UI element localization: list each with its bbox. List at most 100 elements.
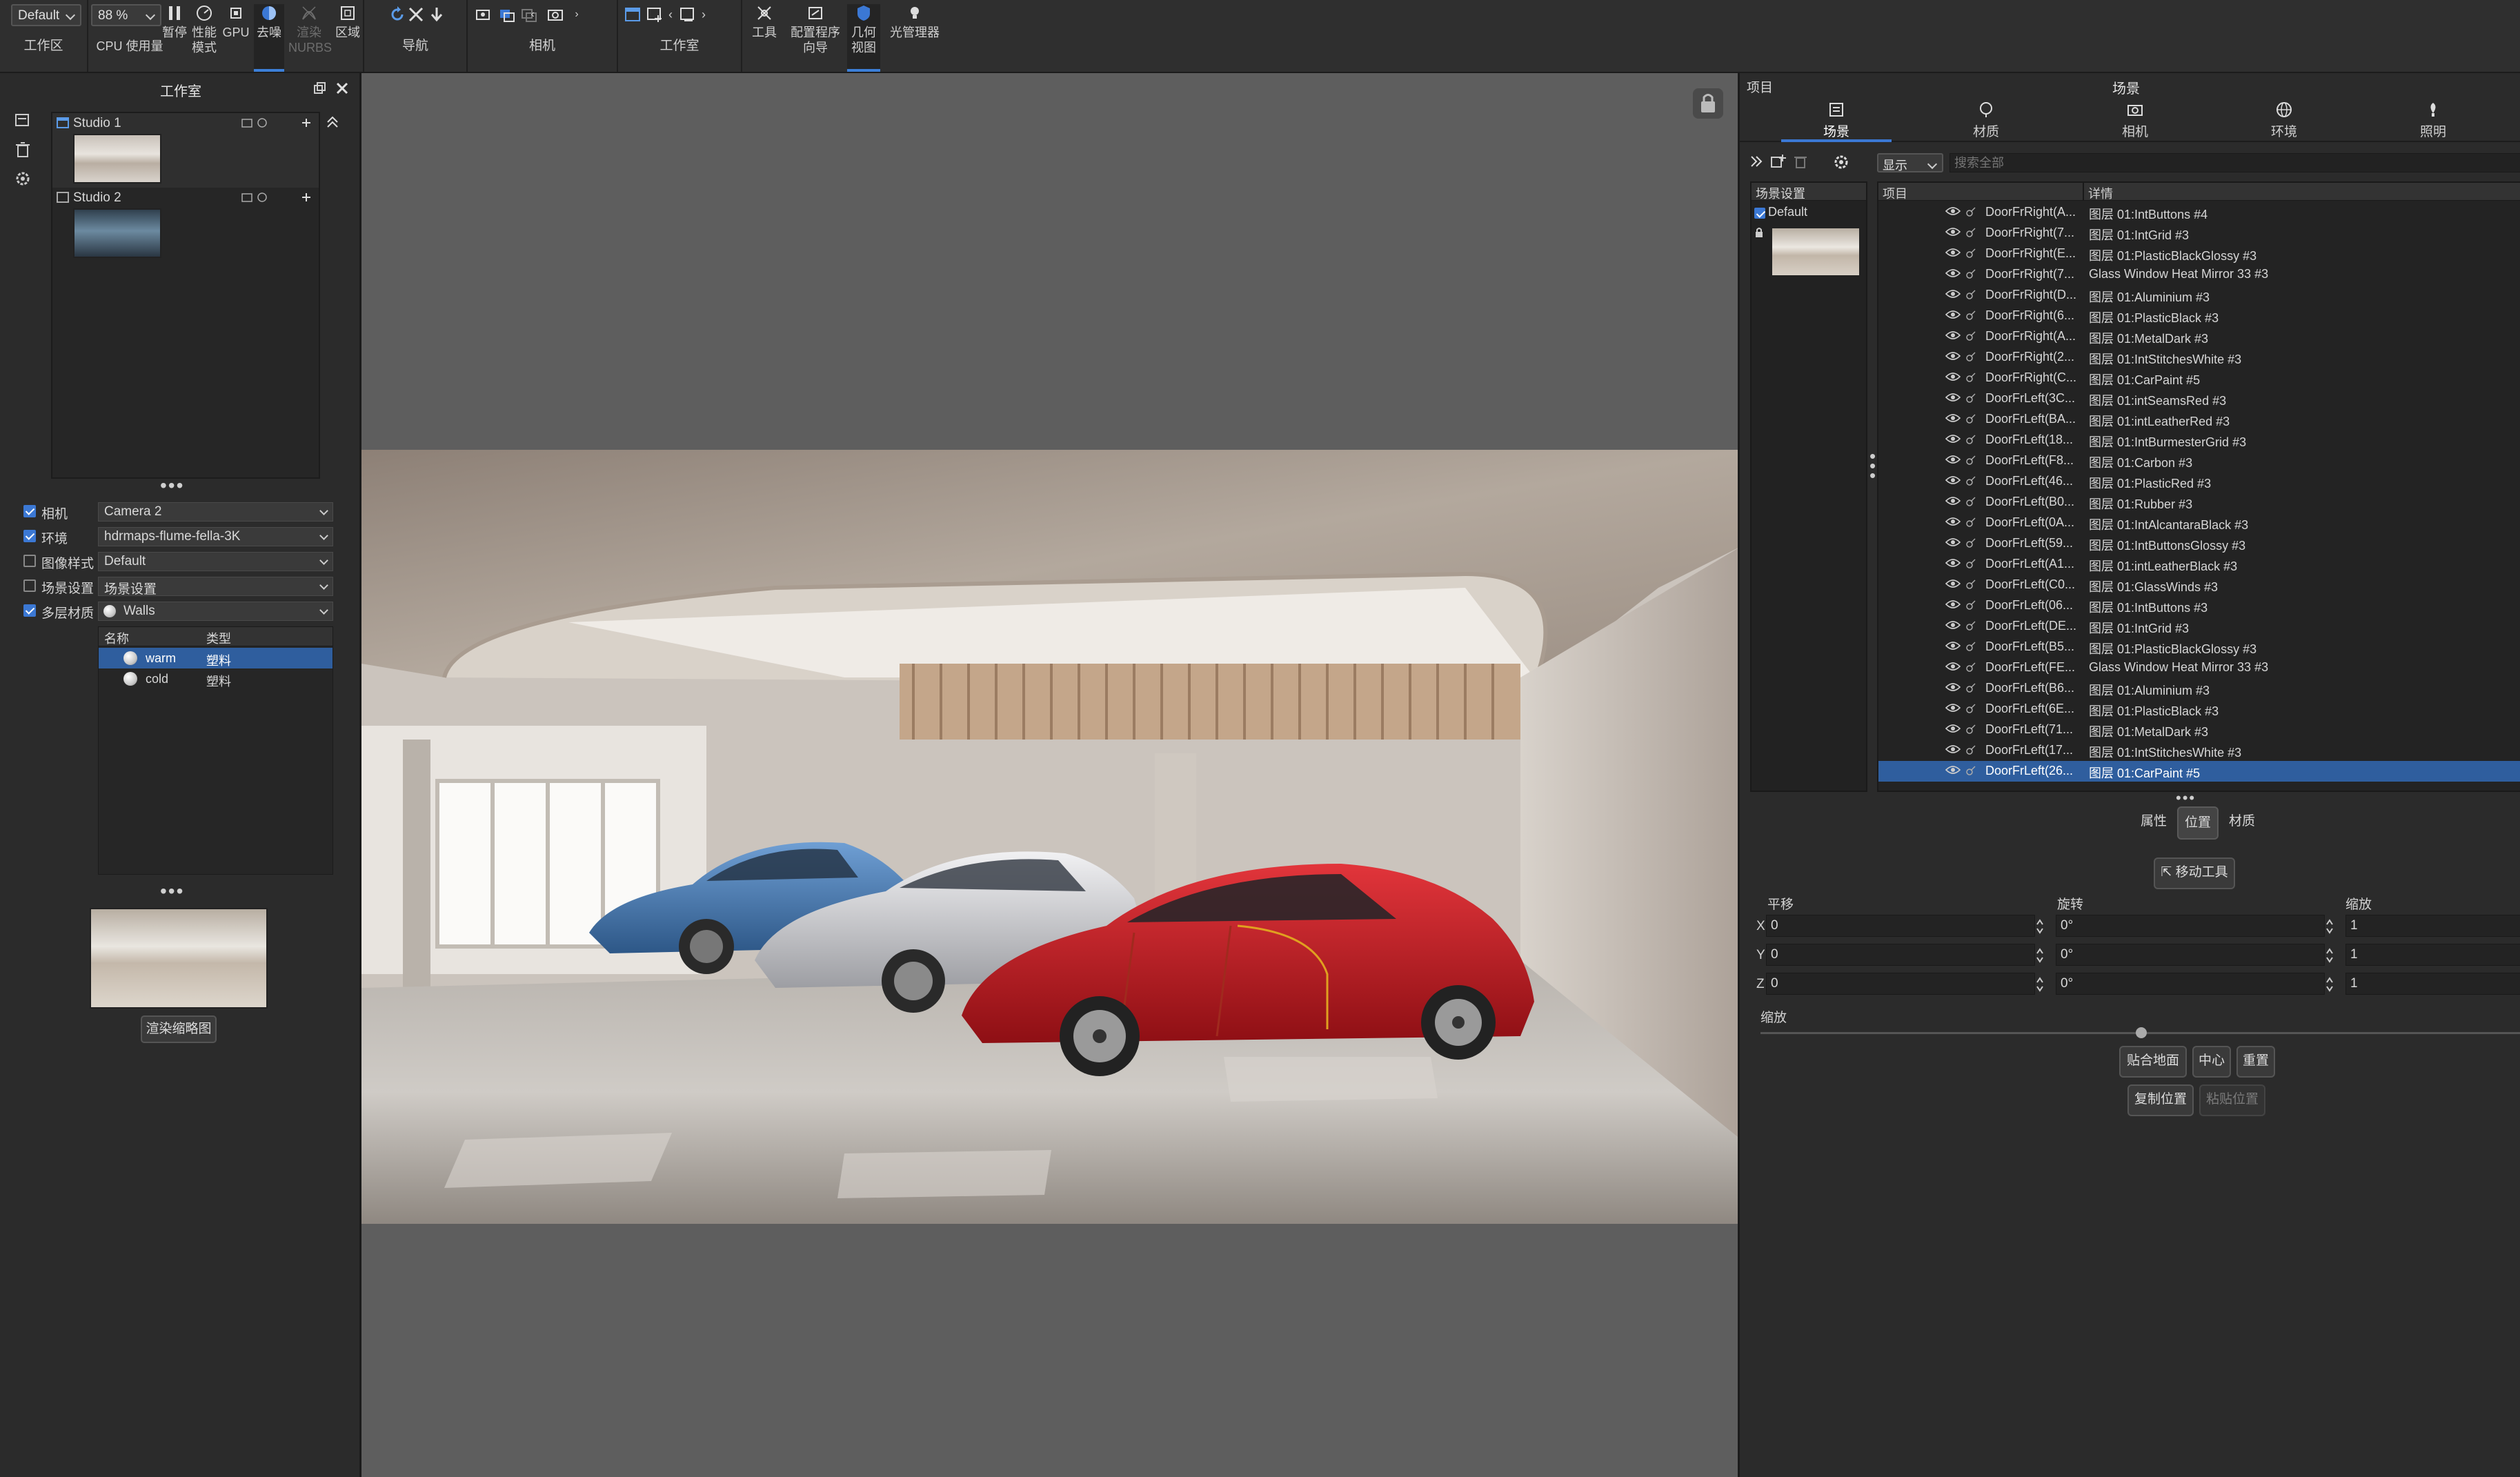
link-icon[interactable] [1965, 619, 1977, 632]
table-row[interactable]: DoorFrLeft(46... 图层 01:PlasticRed #3 [1878, 471, 2520, 492]
link-icon[interactable] [1965, 599, 1977, 611]
table-row[interactable]: DoorFrLeft(6E... 图层 01:PlasticBlack #3 [1878, 699, 2520, 720]
eye-icon[interactable] [1945, 620, 1961, 630]
environment-checkbox[interactable] [23, 530, 36, 542]
vertical-splitter-dots[interactable]: • • • [1869, 447, 1876, 484]
table-row[interactable]: DoorFrLeft(06... 图层 01:IntButtons #3 [1878, 595, 2520, 616]
link-icon[interactable] [1965, 744, 1977, 756]
arrow-down-icon[interactable] [428, 6, 446, 23]
link-icon[interactable] [1965, 330, 1977, 342]
tab-camera[interactable]: 相机 [2080, 101, 2190, 140]
scale-y-field[interactable]: 1 [2345, 944, 2520, 966]
light-manager-button[interactable]: 光管理器 [887, 4, 942, 40]
image-style-select[interactable]: Default [98, 552, 333, 571]
tab-scene[interactable]: 场景 [1781, 101, 1892, 140]
table-row[interactable]: DoorFrLeft(FE... Glass Window Heat Mirror… [1878, 657, 2520, 678]
eye-icon[interactable] [1945, 641, 1961, 651]
denoise-button[interactable]: 去噪 [254, 4, 284, 72]
translate-y-field[interactable]: 0 [1766, 944, 2035, 966]
snap-to-ground-button[interactable]: 贴合地面 [2119, 1046, 2187, 1078]
link-icon[interactable] [1965, 371, 1977, 384]
geometry-view-button[interactable]: 几何 视图 [847, 4, 880, 72]
segment-position[interactable]: 位置 [2177, 806, 2219, 840]
splitter-dots[interactable]: ••• [2176, 789, 2196, 807]
table-row[interactable]: DoorFrRight(E... 图层 01:PlasticBlackGlossy… [1878, 244, 2520, 264]
rotate-y-stepper[interactable] [2325, 946, 2334, 964]
translate-x-field[interactable]: 0 [1766, 915, 2035, 937]
table-row[interactable]: DoorFrRight(7... Glass Window Heat Mirror… [1878, 264, 2520, 285]
eye-icon[interactable] [1945, 206, 1961, 216]
link-icon[interactable] [1965, 413, 1977, 425]
scene-setting-select[interactable]: 场景设置 [98, 577, 333, 597]
link-icon[interactable] [1965, 516, 1977, 528]
table-row[interactable]: DoorFrLeft(F8... 图层 01:Carbon #3 [1878, 450, 2520, 471]
lock-icon[interactable] [1691, 87, 1725, 120]
eye-icon[interactable] [1945, 248, 1961, 257]
segment-properties[interactable]: 属性 [2133, 806, 2174, 840]
table-row[interactable]: DoorFrRight(7... 图层 01:IntGrid #3 [1878, 223, 2520, 244]
gear-icon[interactable] [14, 170, 32, 188]
studio-next-button[interactable]: › [698, 7, 709, 22]
studio-thumbnail[interactable] [73, 208, 161, 258]
camera-checkbox[interactable] [23, 505, 36, 517]
link-icon[interactable] [1965, 247, 1977, 259]
tools-button[interactable]: 工具 [749, 4, 780, 40]
search-input[interactable] [1949, 153, 2520, 172]
table-row[interactable]: DoorFrRight(A... 图层 01:MetalDark #3 [1878, 326, 2520, 347]
splitter-dots[interactable]: ••• [160, 475, 184, 497]
table-row[interactable]: DoorFrLeft(26... 图层 01:CarPaint #5 [1878, 761, 2520, 782]
table-row[interactable]: DoorFrRight(6... 图层 01:PlasticBlack #3 [1878, 306, 2520, 326]
link-icon[interactable] [1965, 702, 1977, 715]
camera-copy-icon[interactable] [498, 6, 516, 23]
environment-select[interactable]: hdrmaps-flume-fella-3K [98, 527, 333, 546]
material-row[interactable]: warm 塑料 [99, 648, 333, 668]
paste-position-button[interactable]: 粘贴位置 [2199, 1084, 2265, 1116]
eye-icon[interactable] [1945, 413, 1961, 423]
table-row[interactable]: DoorFrLeft(17... 图层 01:IntStitchesWhite #… [1878, 740, 2520, 761]
link-icon[interactable] [1965, 475, 1977, 487]
table-row[interactable]: DoorFrLeft(DE... 图层 01:IntGrid #3 [1878, 616, 2520, 637]
table-row[interactable]: DoorFrRight(A... 图层 01:IntButtons #4 [1878, 202, 2520, 223]
camera-select[interactable]: Camera 2 [98, 502, 333, 522]
center-button[interactable]: 中心 [2192, 1046, 2231, 1078]
region-button[interactable]: 区域 [334, 4, 361, 40]
pin-icon[interactable] [299, 190, 313, 204]
table-row[interactable]: DoorFrLeft(BA... 图层 01:intLeatherRed #3 [1878, 409, 2520, 430]
configurator-wizard-button[interactable]: 配置程序 向导 [789, 4, 842, 55]
scale-z-field[interactable]: 1 [2345, 973, 2520, 995]
table-row[interactable]: DoorFrRight(D... 图层 01:Aluminium #3 [1878, 285, 2520, 306]
display-filter-select[interactable]: 显示 [1877, 153, 1943, 172]
scene-setting-thumbnail[interactable] [1771, 227, 1861, 277]
table-row[interactable]: DoorFrLeft(59... 图层 01:IntButtonsGlossy #… [1878, 533, 2520, 554]
table-row[interactable]: DoorFrLeft(0A... 图层 01:IntAlcantaraBlack … [1878, 513, 2520, 533]
image-style-checkbox[interactable] [23, 555, 36, 567]
camera-add-icon[interactable] [475, 6, 493, 23]
scale-slider-thumb[interactable] [2136, 1027, 2147, 1038]
multilayer-material-checkbox[interactable] [23, 604, 36, 617]
add-studio-icon[interactable] [14, 112, 32, 130]
eye-icon[interactable] [1945, 703, 1961, 713]
link-icon[interactable] [1965, 454, 1977, 466]
segment-material[interactable]: 材质 [2221, 806, 2263, 840]
table-row[interactable]: DoorFrRight(2... 图层 01:IntStitchesWhite #… [1878, 347, 2520, 368]
expand-icon[interactable] [1748, 153, 1765, 170]
move-tool-button[interactable]: ⇱ 移动工具 [2154, 858, 2235, 889]
rotate-y-field[interactable]: 0° [2056, 944, 2325, 966]
eye-icon[interactable] [1945, 537, 1961, 547]
link-icon[interactable] [1965, 495, 1977, 508]
gpu-button[interactable]: GPU [222, 4, 250, 40]
eye-icon[interactable] [1945, 724, 1961, 733]
link-icon[interactable] [1965, 764, 1977, 777]
workspace-select[interactable]: Default [11, 4, 81, 26]
tab-material[interactable]: 材质 [1931, 101, 2041, 140]
material-row[interactable]: cold 塑料 [99, 668, 333, 689]
link-icon[interactable] [1965, 226, 1977, 239]
render-thumbnail-button[interactable]: 渲染缩略图 [141, 1015, 217, 1043]
link-icon[interactable] [1965, 557, 1977, 570]
settings-gear-icon[interactable] [1832, 153, 1850, 171]
table-row[interactable]: DoorFrLeft(B5... 图层 01:PlasticBlackGlossy… [1878, 637, 2520, 657]
eye-icon[interactable] [1945, 744, 1961, 754]
add-group-icon[interactable] [1770, 153, 1788, 170]
link-icon[interactable] [1965, 288, 1977, 301]
studio-add-icon[interactable] [646, 6, 664, 23]
